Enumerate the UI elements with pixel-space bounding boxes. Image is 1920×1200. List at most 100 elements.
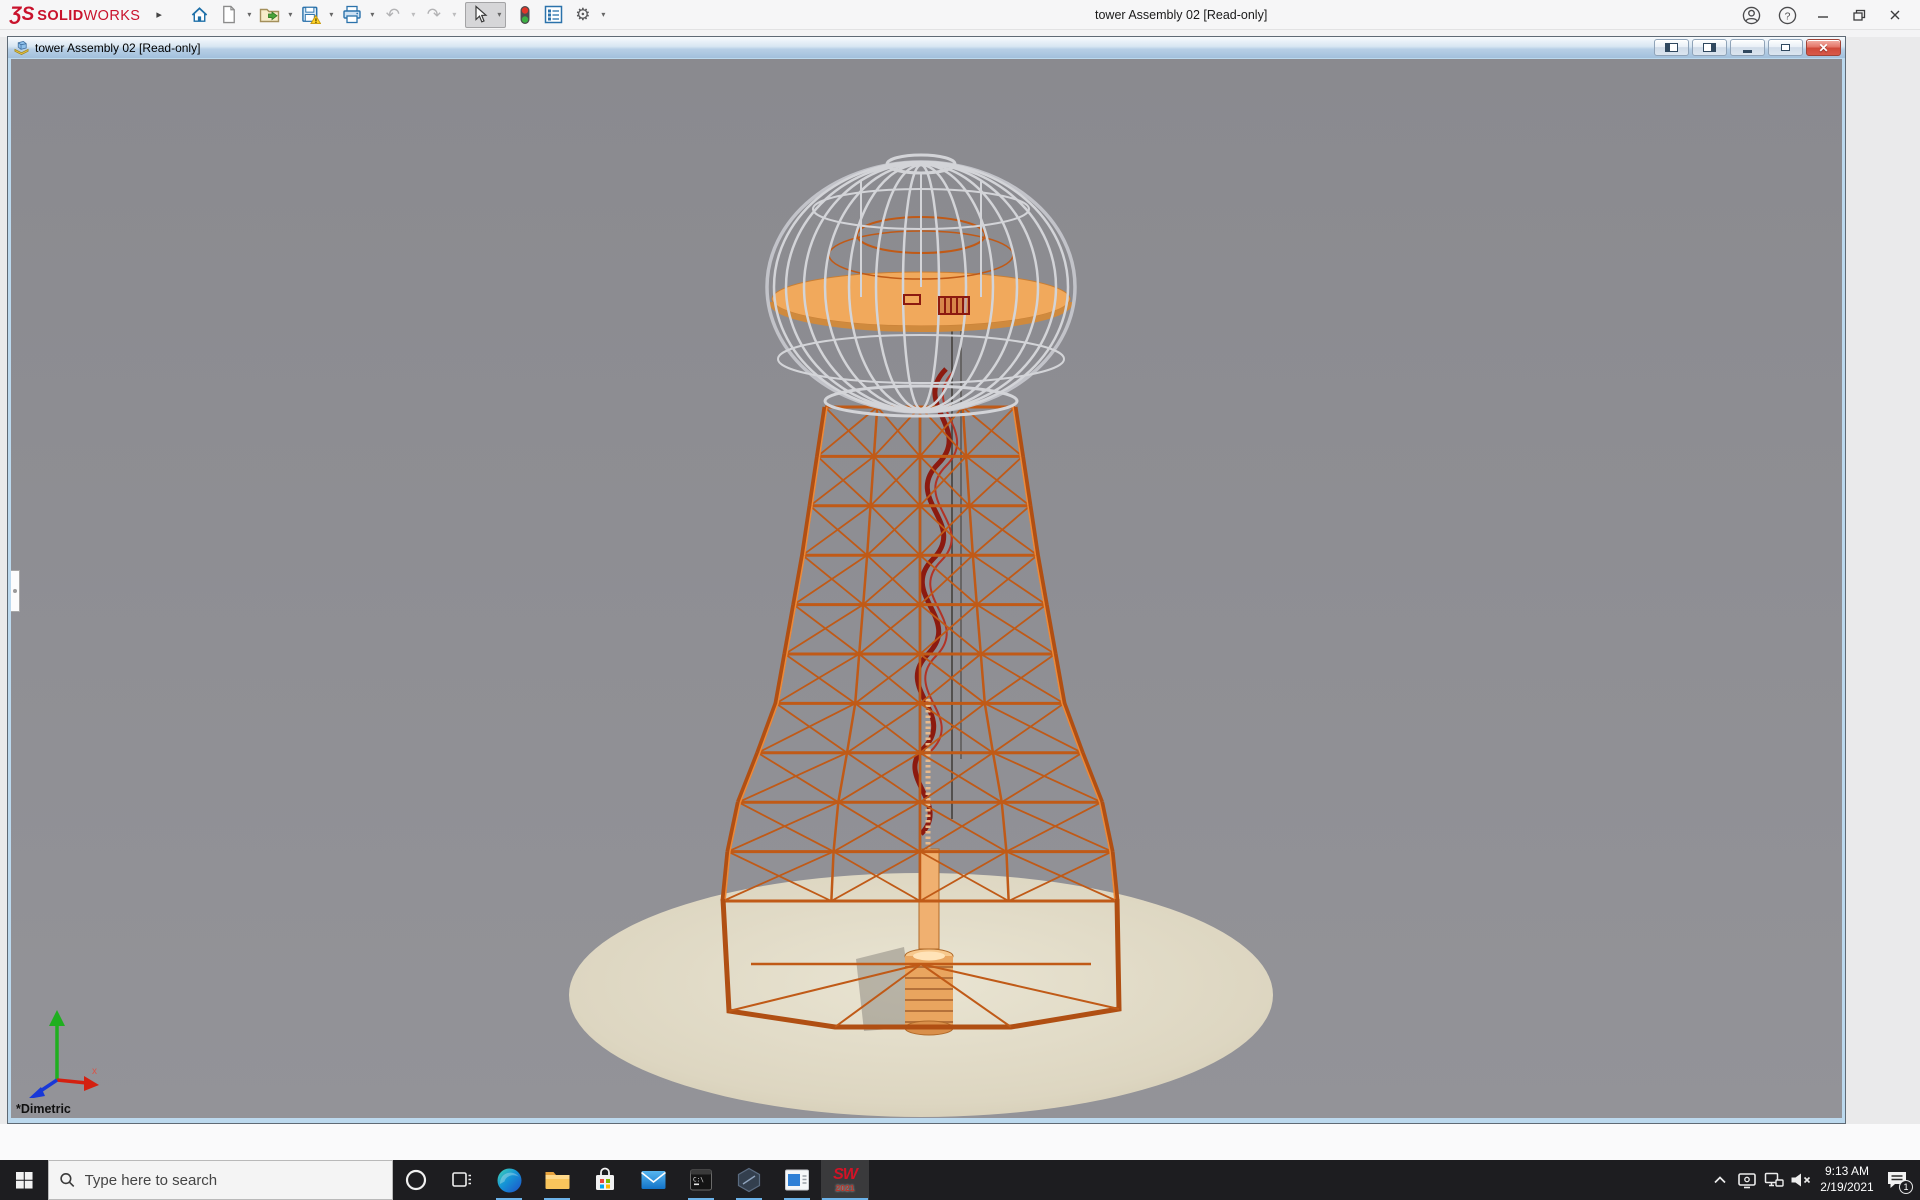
orientation-triad[interactable]: x — [23, 1006, 105, 1098]
logo-text-solid: SOLID — [37, 8, 83, 24]
tray-clock[interactable]: 9:13 AM 2/19/2021 — [1814, 1164, 1880, 1195]
taskbar-mail-button[interactable] — [629, 1160, 677, 1200]
panel-splitter-handle[interactable] — [11, 570, 20, 612]
document-window-controls: ✕ — [1654, 39, 1841, 56]
document-title: tower Assembly 02 [Read-only] — [35, 41, 200, 55]
search-box[interactable] — [48, 1160, 393, 1200]
mail-icon — [640, 1169, 667, 1191]
print-icon — [342, 5, 362, 24]
restore-icon — [1852, 8, 1867, 22]
taskbar-store-button[interactable] — [581, 1160, 629, 1200]
taskbar-solidworks-button[interactable]: SW 2021 — [821, 1160, 869, 1200]
home-icon — [190, 5, 209, 24]
network-icon — [1763, 1170, 1785, 1190]
doc-restore-icon — [1781, 44, 1790, 51]
quick-toolbar: ▾ ▾ ▾ ▾ ↶ ▾ ↷ ▾ ▾ ⚙ ▾ — [186, 2, 609, 28]
search-input[interactable] — [85, 1172, 382, 1189]
new-document-dropdown[interactable]: ▾ — [244, 10, 255, 19]
display-sync-icon — [1736, 1170, 1758, 1190]
doc-minimize-icon — [1743, 50, 1752, 53]
tray-display-button[interactable] — [1733, 1160, 1760, 1200]
dome-cage[interactable] — [767, 155, 1075, 416]
taskbar-media-app-button[interactable] — [773, 1160, 821, 1200]
gear-icon: ⚙ — [575, 6, 590, 23]
system-tray: 9:13 AM 2/19/2021 1 — [1706, 1160, 1920, 1200]
undo-button[interactable]: ↶ — [379, 2, 407, 28]
restore-button[interactable] — [1846, 1, 1872, 29]
tray-chevron-button[interactable] — [1706, 1160, 1733, 1200]
taskbar-file-explorer-button[interactable] — [533, 1160, 581, 1200]
select-tool-group: ▾ — [465, 2, 506, 28]
3d-viewport[interactable]: x *Dimetric — [11, 59, 1842, 1118]
help-button[interactable]: ? — [1774, 1, 1800, 29]
redo-icon: ↷ — [427, 6, 441, 23]
store-icon — [593, 1167, 617, 1193]
taskbar-command-prompt-button[interactable]: C:\ — [677, 1160, 725, 1200]
file-explorer-icon — [544, 1168, 571, 1192]
doc-minimize-button[interactable] — [1730, 39, 1765, 56]
document-titlebar[interactable]: tower Assembly 02 [Read-only] ✕ — [8, 37, 1845, 58]
save-icon — [301, 5, 321, 25]
interference-check-button[interactable] — [511, 2, 539, 28]
print-button[interactable] — [338, 2, 366, 28]
save-button[interactable] — [297, 2, 325, 28]
tray-network-button[interactable] — [1760, 1160, 1787, 1200]
redo-button[interactable]: ↷ — [420, 2, 448, 28]
taskbar: C:\ SW 2021 9:13 AM 2/19/2021 1 — [0, 1160, 1920, 1200]
doc-tile-right-button[interactable] — [1692, 39, 1727, 56]
solidworks-logo: ƷSSOLIDWORKS — [10, 4, 140, 26]
doc-restore-button[interactable] — [1768, 39, 1803, 56]
windows-logo-icon — [16, 1172, 33, 1189]
lattice-tower[interactable] — [723, 407, 1117, 901]
minimize-button[interactable] — [1810, 1, 1836, 29]
svg-text:?: ? — [1784, 11, 1790, 22]
tray-date: 2/19/2021 — [1820, 1180, 1873, 1196]
help-icon: ? — [1778, 6, 1797, 25]
open-folder-icon — [259, 5, 280, 24]
search-icon — [59, 1171, 76, 1189]
close-button[interactable] — [1882, 1, 1908, 29]
cortana-icon — [404, 1168, 428, 1192]
doc-tile-left-button[interactable] — [1654, 39, 1689, 56]
select-button[interactable] — [466, 2, 494, 28]
start-button[interactable] — [0, 1160, 48, 1200]
save-dropdown[interactable]: ▾ — [326, 10, 337, 19]
toolbar-expand-arrow[interactable]: ▸ — [156, 8, 162, 21]
task-view-icon — [451, 1169, 473, 1191]
properties-form-icon — [544, 5, 563, 24]
taskbar-edge-button[interactable] — [485, 1160, 533, 1200]
new-document-icon — [220, 5, 238, 24]
account-button[interactable] — [1738, 1, 1764, 29]
assembly-icon — [13, 39, 30, 56]
open-button[interactable] — [256, 2, 284, 28]
tray-volume-muted-button[interactable] — [1787, 1160, 1814, 1200]
options-button[interactable]: ⚙ — [569, 2, 597, 28]
open-dropdown[interactable]: ▾ — [285, 10, 296, 19]
account-icon — [1742, 6, 1761, 25]
taskbar-hexagon-app-button[interactable] — [725, 1160, 773, 1200]
undo-dropdown[interactable]: ▾ — [408, 10, 419, 19]
minimize-icon — [1816, 8, 1830, 22]
notification-center-button[interactable]: 1 — [1880, 1160, 1914, 1200]
tile-left-icon — [1665, 43, 1678, 52]
view-orientation-label: *Dimetric — [16, 1102, 71, 1116]
properties-button[interactable] — [540, 2, 568, 28]
task-view-button[interactable] — [439, 1160, 485, 1200]
media-app-icon — [784, 1168, 810, 1192]
app-title: tower Assembly 02 [Read-only] — [1095, 0, 1267, 30]
notification-count-badge: 1 — [1899, 1180, 1913, 1194]
print-dropdown[interactable]: ▾ — [367, 10, 378, 19]
doc-close-button[interactable]: ✕ — [1806, 39, 1841, 56]
select-dropdown[interactable]: ▾ — [494, 10, 505, 19]
options-dropdown[interactable]: ▾ — [598, 10, 609, 19]
cursor-icon — [471, 5, 488, 24]
assembly-3d-model[interactable] — [11, 59, 1842, 1118]
redo-dropdown[interactable]: ▾ — [449, 10, 460, 19]
tray-time: 9:13 AM — [1825, 1164, 1869, 1180]
doc-close-icon: ✕ — [1818, 42, 1828, 54]
ds-logo-mark: ƷS — [10, 4, 34, 26]
splitter-dot-icon — [13, 589, 17, 593]
home-button[interactable] — [186, 2, 214, 28]
cortana-button[interactable] — [393, 1160, 439, 1200]
new-document-button[interactable] — [215, 2, 243, 28]
